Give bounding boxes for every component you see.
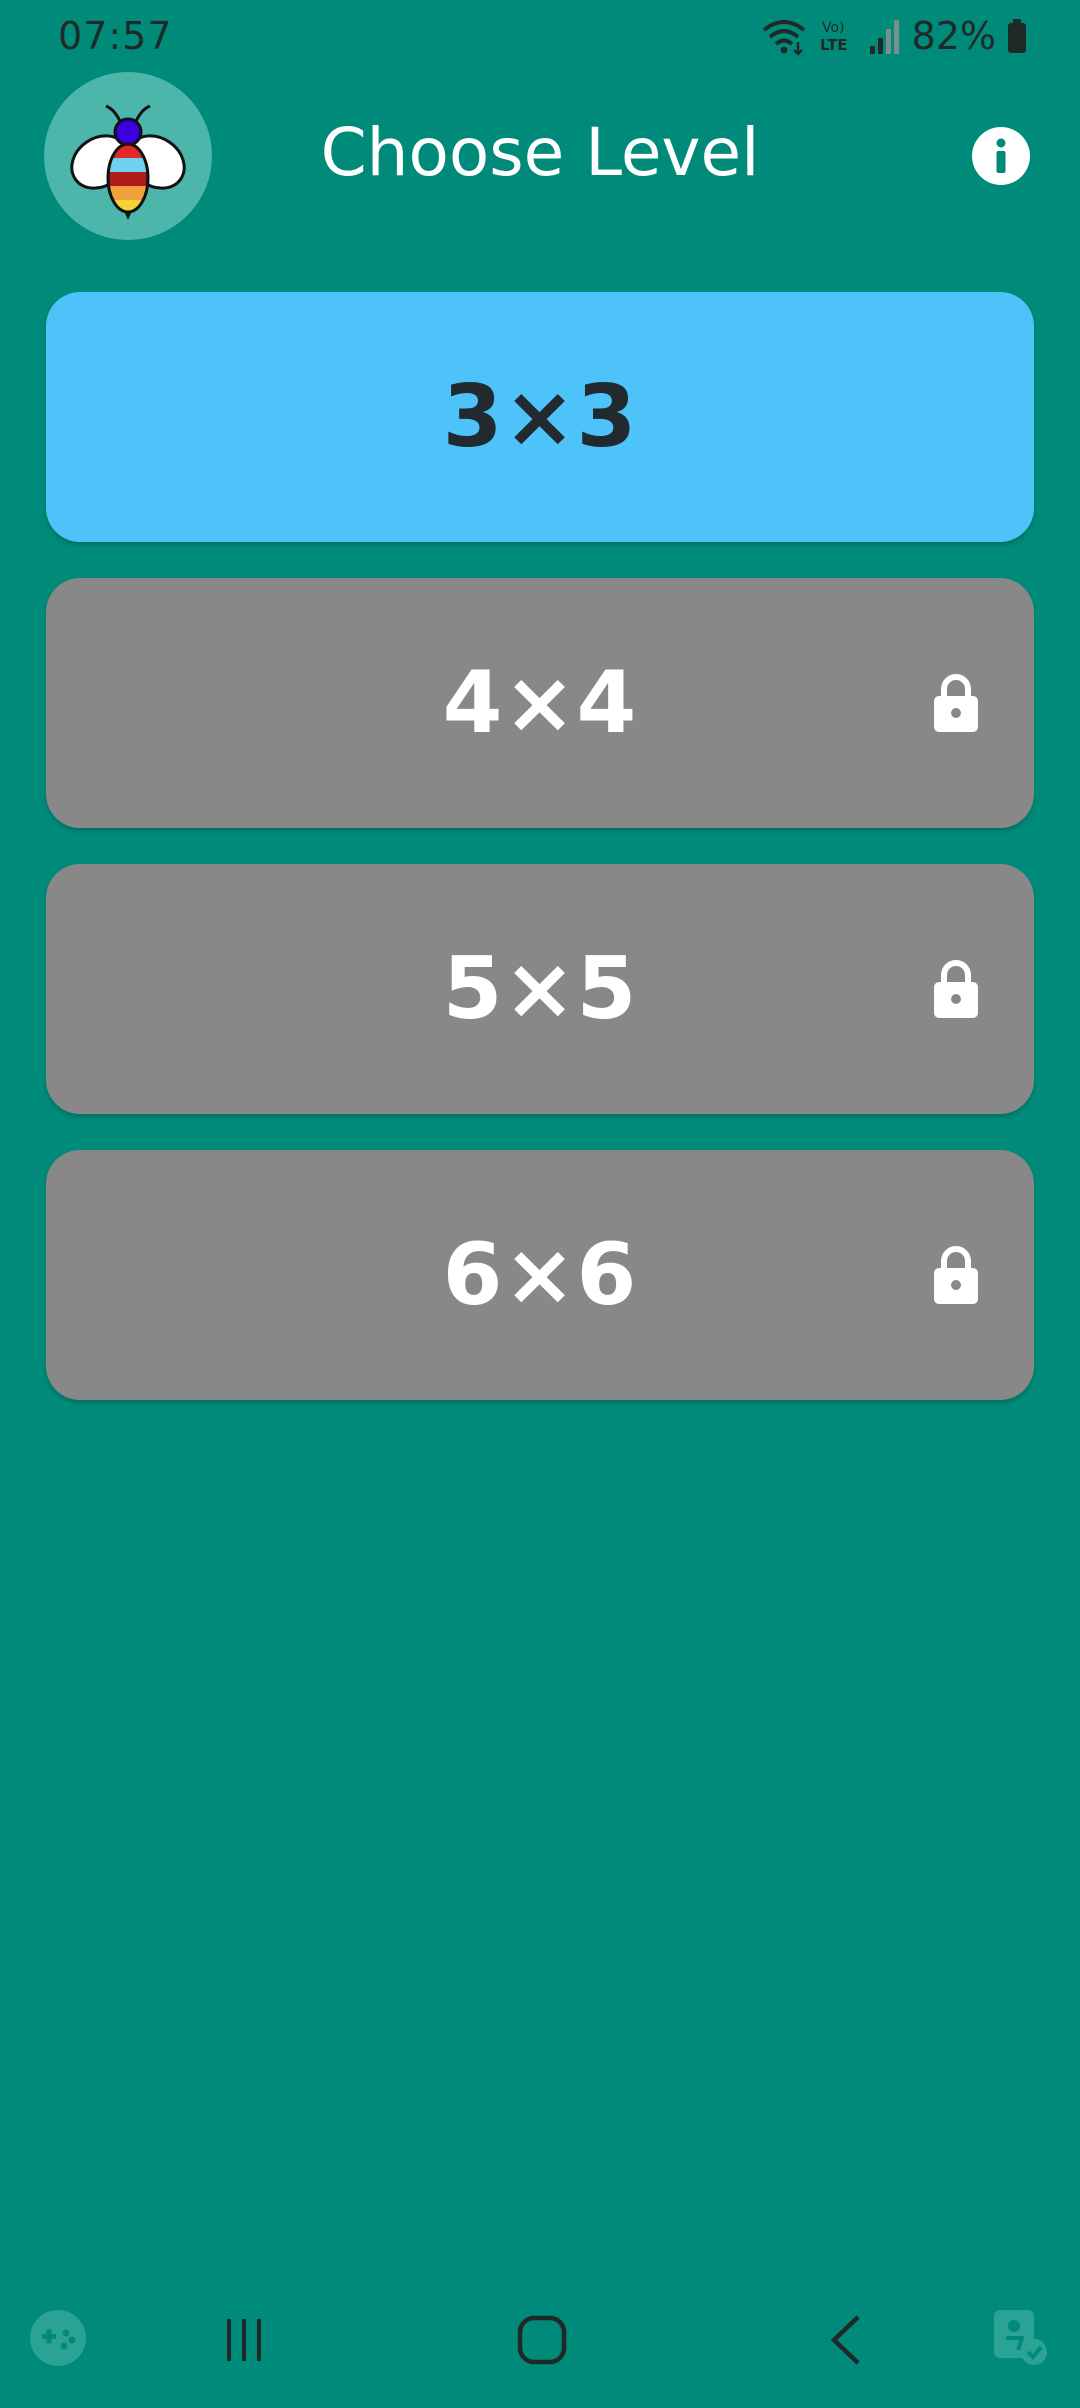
level-list: 3×3 4×4 5×5 6×6 <box>46 292 1034 1436</box>
level-button-6x6[interactable]: 6×6 <box>46 1150 1034 1400</box>
header: Choose Level <box>0 70 1080 240</box>
info-icon[interactable] <box>972 127 1030 185</box>
recent-apps-icon[interactable] <box>212 2312 276 2368</box>
network-label: Vo) <box>822 20 845 36</box>
game-launcher-icon[interactable] <box>26 2306 90 2370</box>
status-time: 07:57 <box>58 14 173 58</box>
level-button-3x3[interactable]: 3×3 <box>46 292 1034 542</box>
lock-icon <box>934 960 978 1018</box>
accessibility-icon[interactable] <box>986 2304 1052 2370</box>
lock-icon <box>934 674 978 732</box>
level-label: 4×4 <box>442 653 638 753</box>
back-icon[interactable] <box>818 2310 874 2370</box>
wifi-icon <box>760 16 808 56</box>
status-bar: 07:57 Vo) LTE 82% <box>0 0 1080 72</box>
navigation-bar <box>0 2290 1080 2408</box>
home-icon[interactable] <box>510 2310 574 2370</box>
status-icons: Vo) LTE 82% <box>760 12 1028 60</box>
level-button-4x4[interactable]: 4×4 <box>46 578 1034 828</box>
level-label: 6×6 <box>442 1225 638 1325</box>
battery-icon <box>1006 18 1028 54</box>
svg-text:LTE: LTE <box>820 36 848 54</box>
signal-icon <box>868 16 902 56</box>
level-label: 5×5 <box>442 939 638 1039</box>
page-title: Choose Level <box>320 114 760 191</box>
level-label: 3×3 <box>442 367 638 467</box>
battery-percent: 82% <box>911 14 996 58</box>
level-button-5x5[interactable]: 5×5 <box>46 864 1034 1114</box>
lte-icon: Vo) LTE <box>818 16 858 56</box>
lock-icon <box>934 1246 978 1304</box>
